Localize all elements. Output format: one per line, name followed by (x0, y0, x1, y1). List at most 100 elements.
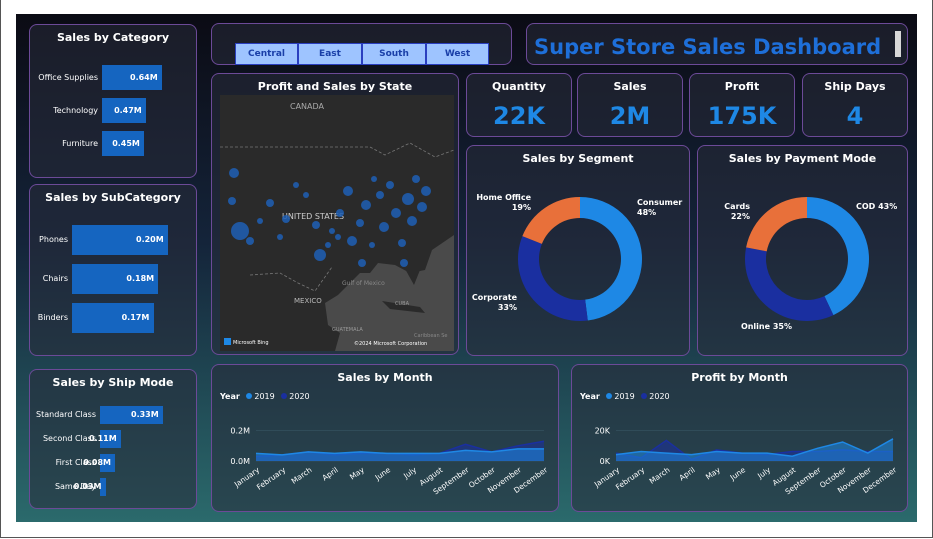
state-bubble[interactable] (376, 191, 384, 199)
map-label-guatemala: GUATEMALA (332, 327, 363, 333)
legend-dot-2020 (641, 393, 648, 399)
label-consumer: Consumer 48% (637, 198, 683, 218)
slice-value: 35% (772, 322, 792, 331)
kpi-value: 2M (609, 102, 651, 130)
state-bubble[interactable] (402, 193, 414, 205)
chart-title: Sales by Segment (522, 152, 634, 165)
state-map[interactable]: CANADA UNITED STATES MEXICO Gulf of Mexi… (220, 95, 454, 351)
donut-slice-online (745, 247, 834, 321)
bar-category-label: Second Class (42, 434, 96, 443)
chart-title: Profit and Sales by State (257, 80, 413, 93)
map-label-cuba: CUBA (395, 301, 410, 307)
state-bubble[interactable] (391, 208, 401, 218)
x-tick-label: June (373, 465, 393, 483)
state-bubble[interactable] (386, 181, 394, 189)
bar-category-label: Chairs (42, 274, 68, 283)
state-bubble[interactable] (257, 218, 263, 224)
state-bubble[interactable] (246, 237, 254, 245)
state-bubble[interactable] (412, 175, 420, 183)
legend-title: Year (220, 392, 240, 401)
state-bubble[interactable] (358, 259, 366, 267)
state-bubble[interactable] (329, 228, 335, 234)
state-bubble[interactable] (417, 202, 427, 212)
kpi-card-quantity: Quantity 22K (466, 73, 572, 137)
profit-area-chart: 20K0KJanuaryFebruary March April May June Jul… (592, 427, 899, 497)
donut-slice-cards (746, 197, 807, 252)
kpi-card-ship-days: Ship Days 4 (802, 73, 908, 137)
label-corporate: Corporate 33% (469, 293, 517, 313)
legend-title: Year (580, 392, 600, 401)
map-label-mexico: MEXICO (294, 297, 322, 305)
legend-2020: 2020 (649, 392, 670, 401)
state-bubble[interactable] (356, 219, 364, 227)
map-label-caribbean: Caribbean Se (414, 333, 448, 339)
state-bubble[interactable] (361, 200, 371, 210)
slicer-central[interactable]: Central (235, 43, 298, 65)
state-bubble[interactable] (336, 209, 344, 217)
legend-dot-2020 (281, 393, 288, 399)
slice-value: 48% (637, 208, 657, 217)
legend: Year 2019 2020 (580, 392, 670, 401)
state-bubble[interactable] (379, 222, 389, 232)
segment-donut (518, 197, 642, 321)
state-bubble[interactable] (282, 215, 290, 223)
kpi-value: 175K (707, 102, 777, 130)
dashboard-title: Super Store Sales Dashboard (534, 35, 882, 59)
kpi-title: Sales (613, 80, 647, 93)
state-bubble[interactable] (335, 234, 341, 240)
state-bubble[interactable] (398, 239, 406, 247)
x-tick-label: July (755, 465, 772, 481)
slice-value: 19% (511, 203, 531, 212)
label-home-office: Home Office 19% (473, 193, 531, 213)
state-bubble[interactable] (421, 186, 431, 196)
kpi-card-profit: Profit 175K (689, 73, 795, 137)
chart-title: Sales by Month (337, 371, 433, 384)
state-bubble[interactable] (325, 242, 331, 248)
slicer-south[interactable]: South (362, 43, 426, 65)
state-bubble[interactable] (303, 192, 309, 198)
chart-title: Sales by SubCategory (45, 191, 181, 204)
state-bubble[interactable] (343, 186, 353, 196)
state-bubble[interactable] (347, 236, 357, 246)
state-bubble[interactable] (229, 168, 239, 178)
state-bubble[interactable] (228, 197, 236, 205)
state-bubble[interactable] (312, 221, 320, 229)
y-tick-label: 0.0M (230, 457, 250, 466)
state-bubble[interactable] (266, 199, 274, 207)
state-bubble[interactable] (231, 222, 249, 240)
slicer-east[interactable]: East (298, 43, 362, 65)
x-tick-label: March (648, 465, 672, 486)
y-tick-label: 0K (600, 457, 611, 466)
chart-title: Sales by Payment Mode (728, 152, 877, 165)
bar-category-label: Phones (39, 235, 68, 244)
legend-2020: 2020 (289, 392, 310, 401)
kpi-title: Profit (724, 80, 760, 93)
kpi-title: Ship Days (824, 80, 886, 93)
map-attribution: Microsoft Bing (233, 340, 269, 346)
state-bubble[interactable] (314, 249, 326, 261)
state-bubble[interactable] (400, 259, 408, 267)
chart-title: Sales by Ship Mode (52, 376, 174, 389)
bar-category-label: Standard Class (36, 410, 96, 419)
state-bubble[interactable] (407, 216, 417, 226)
y-tick-label: 0.2M (230, 427, 250, 436)
label-online: Online 35% (738, 322, 792, 332)
map-label-us: UNITED STATES (282, 212, 344, 221)
legend-dot-2019 (606, 393, 613, 399)
bar-value-label: 0.03M (73, 482, 102, 491)
bing-logo-icon (224, 338, 231, 345)
bar-category-label: Office Supplies (38, 72, 98, 82)
kpi-title: Quantity (492, 80, 546, 93)
state-bubble[interactable] (369, 242, 375, 248)
state-bubble[interactable] (293, 182, 299, 188)
state-bubble[interactable] (277, 234, 283, 240)
state-bubble[interactable] (371, 176, 377, 182)
x-tick-label: July (401, 465, 418, 481)
slice-name: Corporate (471, 293, 517, 302)
kpi-value: 22K (493, 102, 545, 130)
kpi-value: 4 (846, 102, 864, 130)
bar-value-label: 0.47M (114, 105, 142, 115)
panel-region-slicer: Central East South West (211, 23, 512, 65)
slicer-west[interactable]: West (426, 43, 489, 65)
panel-dashboard-title: Super Store Sales Dashboard (526, 23, 908, 65)
